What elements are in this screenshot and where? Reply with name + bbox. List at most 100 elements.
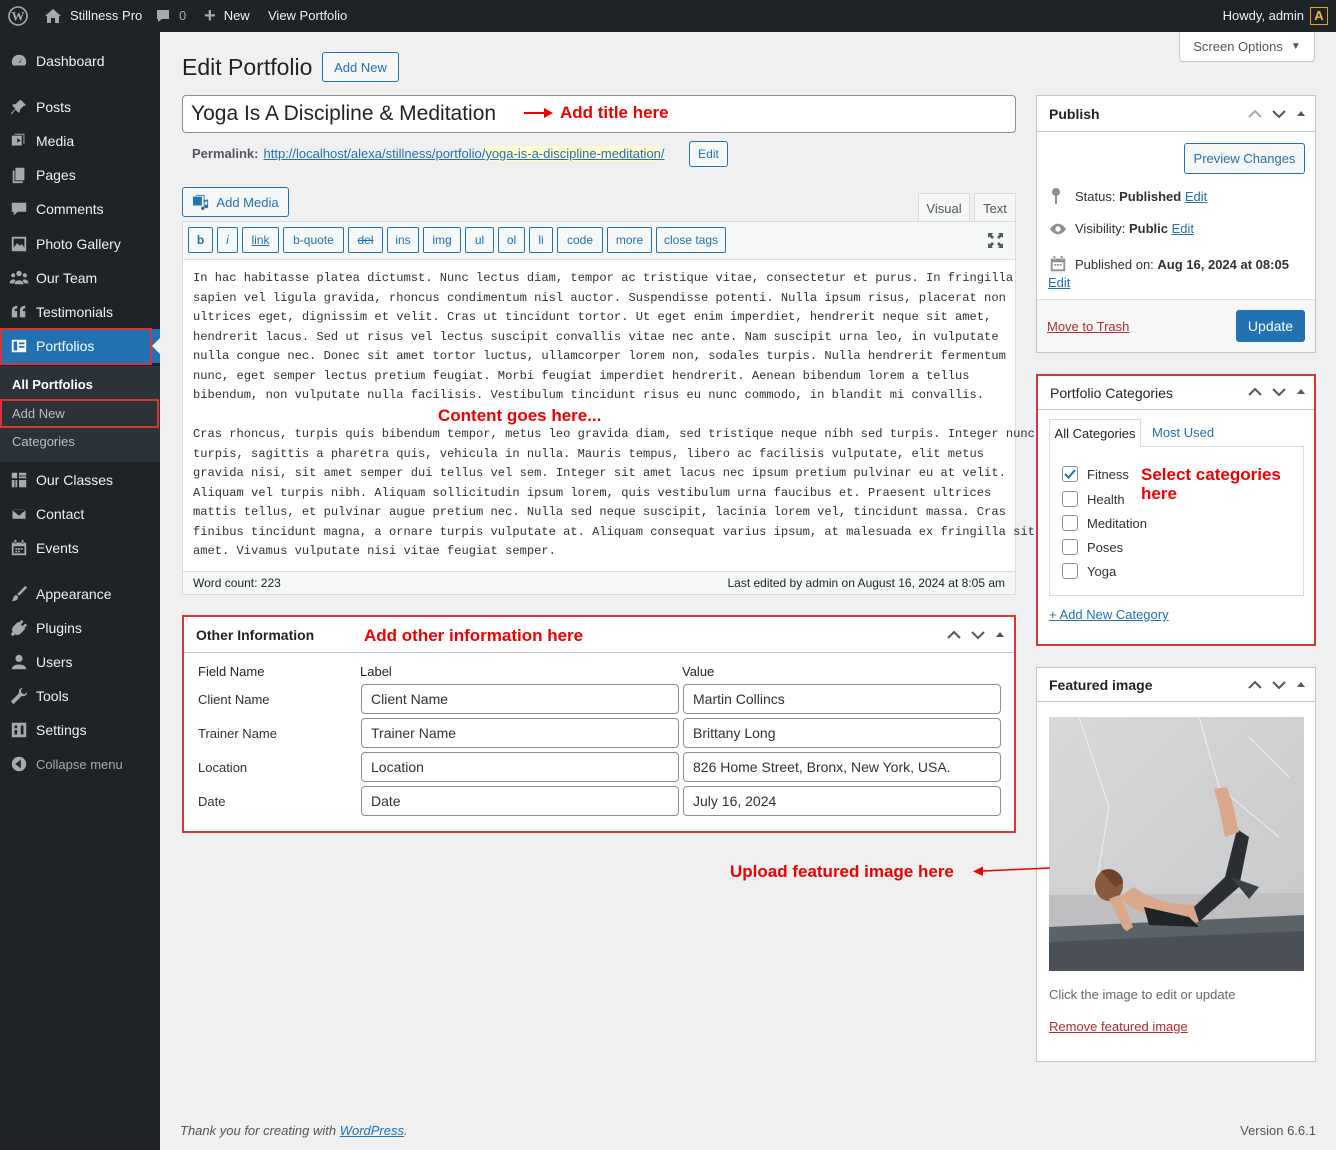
pages-icon	[0, 166, 36, 184]
submenu-all-portfolios[interactable]: All Portfolios	[12, 377, 93, 392]
chevron-up-icon[interactable]	[1247, 106, 1263, 122]
published-on-row: Published on: Aug 16, 2024 at 08:05	[1049, 255, 1309, 275]
menu-comments[interactable]: Comments	[0, 192, 160, 226]
menu-events[interactable]: Events	[0, 531, 160, 565]
published-edit-link[interactable]: Edit	[1048, 275, 1070, 290]
permalink-edit-button[interactable]: Edit	[689, 141, 728, 167]
toggle-triangle-icon[interactable]	[1295, 677, 1307, 693]
remove-featured-image-link[interactable]: Remove featured image	[1049, 1019, 1188, 1034]
checkbox-unchecked[interactable]	[1062, 539, 1078, 555]
screen-options-button[interactable]: Screen Options ▼	[1179, 32, 1315, 62]
qt-bold-button[interactable]: b	[188, 227, 213, 253]
checkbox-unchecked[interactable]	[1062, 491, 1078, 507]
toggle-triangle-icon[interactable]	[1295, 106, 1307, 122]
chevron-down-icon[interactable]	[1271, 677, 1287, 693]
preview-changes-button[interactable]: Preview Changes	[1184, 143, 1305, 174]
comments-link[interactable]: 0	[155, 0, 186, 32]
submenu-categories[interactable]: Categories	[12, 434, 75, 449]
tab-text[interactable]: Text	[974, 193, 1016, 222]
label-input-location[interactable]: Location	[361, 752, 679, 782]
menu-appearance[interactable]: Appearance	[0, 577, 160, 611]
category-label: Yoga	[1087, 563, 1117, 579]
wordpress-link[interactable]: WordPress	[340, 1123, 404, 1138]
menu-contact[interactable]: Contact	[0, 497, 160, 531]
collapse-icon	[0, 755, 36, 773]
new-content-link[interactable]: + New	[204, 0, 250, 32]
view-portfolio-label: View Portfolio	[268, 8, 348, 23]
collapse-menu-button[interactable]: Collapse menu	[0, 747, 160, 781]
visibility-value: Public	[1128, 221, 1168, 236]
qt-li-button[interactable]: li	[529, 227, 553, 253]
qt-img-button[interactable]: img	[423, 227, 461, 253]
menu-our-classes[interactable]: Our Classes	[0, 463, 160, 497]
quote-icon	[0, 303, 36, 321]
qt-ins-button[interactable]: ins	[387, 227, 419, 253]
menu-posts[interactable]: Posts	[0, 90, 160, 124]
view-portfolio-link[interactable]: View Portfolio	[268, 0, 347, 32]
qt-link-button[interactable]: link	[242, 227, 279, 253]
wordpress-logo-icon[interactable]: W	[8, 0, 28, 32]
qt-more-button[interactable]: more	[607, 227, 652, 253]
move-to-trash-link[interactable]: Move to Trash	[1047, 319, 1129, 334]
qt-del-button[interactable]: del	[348, 227, 383, 253]
value-input-client[interactable]: Martin Collincs	[683, 684, 1001, 714]
add-new-category-link[interactable]: + Add New Category	[1049, 607, 1169, 622]
tab-all-categories[interactable]: All Categories	[1049, 419, 1141, 447]
menu-users[interactable]: Users	[0, 645, 160, 679]
qt-ul-button[interactable]: ul	[465, 227, 494, 253]
checkbox-checked[interactable]	[1062, 466, 1078, 482]
qt-close-tags-button[interactable]: close tags	[656, 227, 726, 253]
tab-visual[interactable]: Visual	[918, 193, 970, 222]
checkbox-unchecked[interactable]	[1062, 563, 1078, 579]
menu-label: Dashboard	[36, 53, 105, 69]
menu-media[interactable]: Media	[0, 124, 160, 158]
menu-pages[interactable]: Pages	[0, 158, 160, 192]
site-name-link[interactable]: Stillness Pro	[44, 0, 142, 32]
visibility-edit-link[interactable]: Edit	[1172, 221, 1194, 236]
email-icon	[0, 505, 36, 523]
featured-image-thumbnail[interactable]	[1049, 717, 1304, 971]
category-health[interactable]: Health	[1062, 491, 1125, 507]
fullscreen-icon[interactable]	[987, 232, 1004, 249]
update-button[interactable]: Update	[1236, 310, 1305, 342]
menu-plugins[interactable]: Plugins	[0, 611, 160, 645]
content-textarea-paragraph-2[interactable]: Cras rhoncus, turpis quis bibendum tempo…	[193, 425, 1035, 562]
chevron-up-icon[interactable]	[1247, 384, 1263, 400]
tab-most-used[interactable]: Most Used	[1152, 425, 1214, 440]
chevron-up-icon[interactable]	[946, 627, 962, 643]
checkbox-unchecked[interactable]	[1062, 515, 1078, 531]
menu-dashboard[interactable]: Dashboard	[0, 44, 160, 78]
qt-bquote-button[interactable]: b-quote	[283, 227, 344, 253]
category-meditation[interactable]: Meditation	[1062, 515, 1147, 531]
status-edit-link[interactable]: Edit	[1185, 189, 1207, 204]
value-input-trainer[interactable]: Brittany Long	[683, 718, 1001, 748]
my-account-menu[interactable]: Howdy, admin A	[1223, 0, 1328, 32]
chevron-down-icon[interactable]	[970, 627, 986, 643]
label-input-trainer[interactable]: Trainer Name	[361, 718, 679, 748]
category-yoga[interactable]: Yoga	[1062, 563, 1116, 579]
add-new-button[interactable]: Add New	[322, 52, 399, 82]
chevron-up-icon[interactable]	[1247, 677, 1263, 693]
qt-ol-button[interactable]: ol	[498, 227, 525, 253]
chevron-down-icon[interactable]	[1271, 384, 1287, 400]
menu-settings[interactable]: Settings	[0, 713, 160, 747]
content-textarea[interactable]: In hac habitasse platea dictumst. Nunc l…	[193, 269, 1013, 406]
toggle-triangle-icon[interactable]	[994, 627, 1006, 643]
permalink-link[interactable]: http://localhost/alexa/stillness/portfol…	[263, 146, 665, 161]
menu-tools[interactable]: Tools	[0, 679, 160, 713]
chevron-down-icon[interactable]	[1271, 106, 1287, 122]
category-fitness[interactable]: Fitness	[1062, 466, 1129, 482]
menu-photo-gallery[interactable]: Photo Gallery	[0, 227, 160, 261]
add-media-button[interactable]: Add Media	[182, 187, 289, 217]
value-input-location[interactable]: 826 Home Street, Bronx, New York, USA.	[683, 752, 1001, 782]
label-input-date[interactable]: Date	[361, 786, 679, 816]
qt-italic-button[interactable]: i	[217, 227, 238, 253]
published-label: Published on:	[1075, 257, 1154, 272]
toggle-triangle-icon[interactable]	[1295, 384, 1307, 400]
menu-our-team[interactable]: Our Team	[0, 261, 160, 295]
category-poses[interactable]: Poses	[1062, 539, 1123, 555]
menu-testimonials[interactable]: Testimonials	[0, 295, 160, 329]
label-input-client[interactable]: Client Name	[361, 684, 679, 714]
value-input-date[interactable]: July 16, 2024	[683, 786, 1001, 816]
qt-code-button[interactable]: code	[557, 227, 603, 253]
